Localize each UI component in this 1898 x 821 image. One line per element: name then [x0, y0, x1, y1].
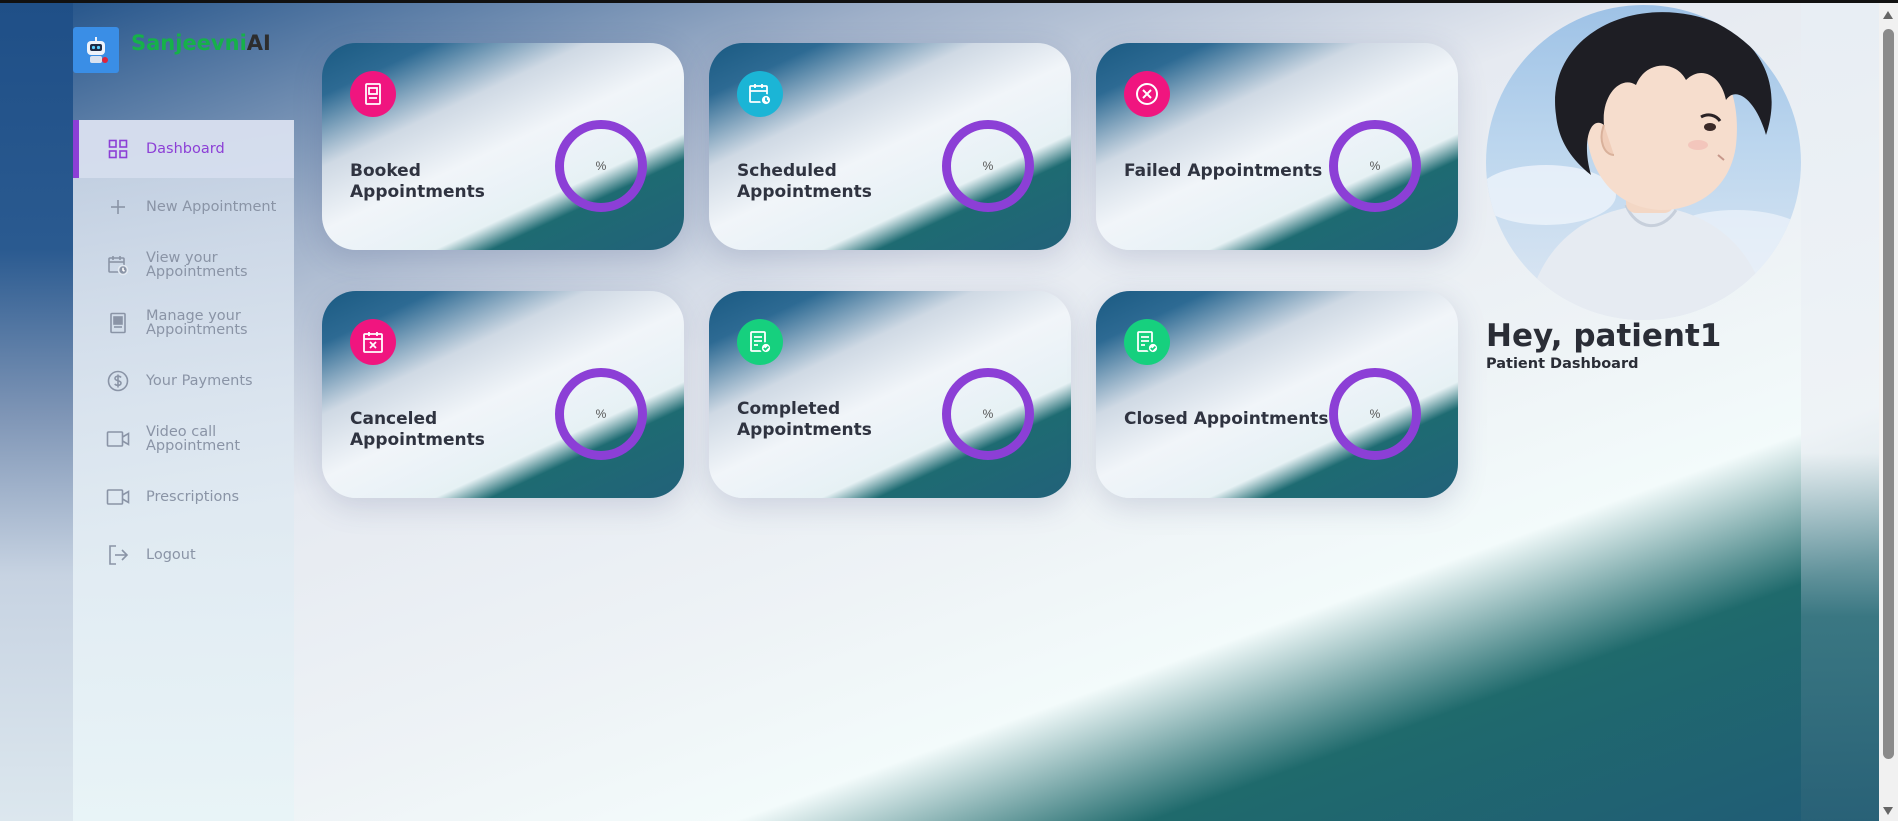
calendar-clock-icon — [106, 253, 130, 277]
brand-name: SanjeevniAI — [131, 31, 271, 55]
sidebar-item-dashboard[interactable]: Dashboard — [73, 120, 294, 178]
card-title: Completed Appointments — [737, 399, 872, 440]
brand[interactable]: SanjeevniAI — [73, 27, 271, 73]
card-scheduled-appointments[interactable]: Scheduled Appointments % — [709, 43, 1071, 250]
robot-logo-icon — [73, 27, 119, 73]
scroll-thumb[interactable] — [1883, 29, 1894, 759]
progress-ring: % — [942, 120, 1034, 212]
sidebar-item-label: Your Payments — [146, 373, 253, 389]
progress-ring: % — [1329, 368, 1421, 460]
sidebar-item-label: Manage your Appointments — [146, 308, 248, 338]
sidebar-item-label: Prescriptions — [146, 489, 240, 505]
card-title: Booked Appointments — [350, 161, 485, 202]
sidebar: Dashboard New Appointment View your Appo… — [73, 120, 294, 821]
card-title: Canceled Appointments — [350, 409, 485, 450]
document-icon — [350, 71, 396, 117]
scroll-down-icon[interactable] — [1883, 807, 1893, 815]
brand-name-part2: AI — [246, 31, 271, 55]
dollar-icon — [106, 369, 130, 393]
progress-ring: % — [555, 120, 647, 212]
grid-icon — [106, 137, 130, 161]
scroll-up-icon[interactable] — [1883, 11, 1893, 19]
avatar[interactable] — [1486, 5, 1801, 320]
right-background-panel — [1801, 3, 1879, 821]
card-closed-appointments[interactable]: Closed Appointments % — [1096, 291, 1458, 498]
card-booked-appointments[interactable]: Booked Appointments % — [322, 43, 684, 250]
card-title: Scheduled Appointments — [737, 161, 872, 202]
left-edge-background — [0, 3, 73, 821]
checked-document-icon — [1124, 319, 1170, 365]
progress-ring: % — [942, 368, 1034, 460]
window-top-border — [0, 0, 1898, 3]
progress-value: % — [982, 407, 994, 421]
plus-icon — [106, 195, 130, 219]
progress-ring: % — [555, 368, 647, 460]
greeting-title: Hey, patient1 — [1486, 318, 1722, 354]
card-canceled-appointments[interactable]: Canceled Appointments % — [322, 291, 684, 498]
progress-value: % — [1369, 159, 1381, 173]
progress-value: % — [982, 159, 994, 173]
sidebar-item-label: Video call Appointment — [146, 424, 241, 454]
x-circle-icon — [1124, 71, 1170, 117]
calendar-clock-icon — [737, 71, 783, 117]
sidebar-item-payments[interactable]: Your Payments — [73, 352, 294, 410]
sidebar-item-label: New Appointment — [146, 199, 277, 215]
checked-document-icon — [737, 319, 783, 365]
sidebar-item-logout[interactable]: Logout — [73, 526, 294, 584]
brand-name-part1: Sanjeevni — [131, 31, 247, 55]
progress-value: % — [595, 407, 607, 421]
logout-icon — [106, 543, 130, 567]
card-failed-appointments[interactable]: Failed Appointments % — [1096, 43, 1458, 250]
sidebar-item-manage-appointments[interactable]: Manage your Appointments — [73, 294, 294, 352]
vertical-scrollbar[interactable] — [1879, 3, 1898, 821]
sidebar-item-label: Logout — [146, 547, 196, 563]
progress-value: % — [1369, 407, 1381, 421]
greeting-subtitle: Patient Dashboard — [1486, 356, 1639, 372]
sidebar-item-new-appointment[interactable]: New Appointment — [73, 178, 294, 236]
sidebar-item-prescriptions[interactable]: Prescriptions — [73, 468, 294, 526]
progress-ring: % — [1329, 120, 1421, 212]
card-completed-appointments[interactable]: Completed Appointments % — [709, 291, 1071, 498]
sidebar-item-view-appointments[interactable]: View your Appointments — [73, 236, 294, 294]
sidebar-item-label: Dashboard — [146, 141, 225, 157]
document-icon — [106, 311, 130, 335]
calendar-x-icon — [350, 319, 396, 365]
progress-value: % — [595, 159, 607, 173]
card-title: Failed Appointments — [1124, 161, 1323, 181]
sidebar-item-label: View your Appointments — [146, 250, 248, 280]
sidebar-item-video-call[interactable]: Video call Appointment — [73, 410, 294, 468]
video-icon — [106, 427, 130, 451]
video-icon — [106, 485, 130, 509]
card-title: Closed Appointments — [1124, 409, 1329, 429]
